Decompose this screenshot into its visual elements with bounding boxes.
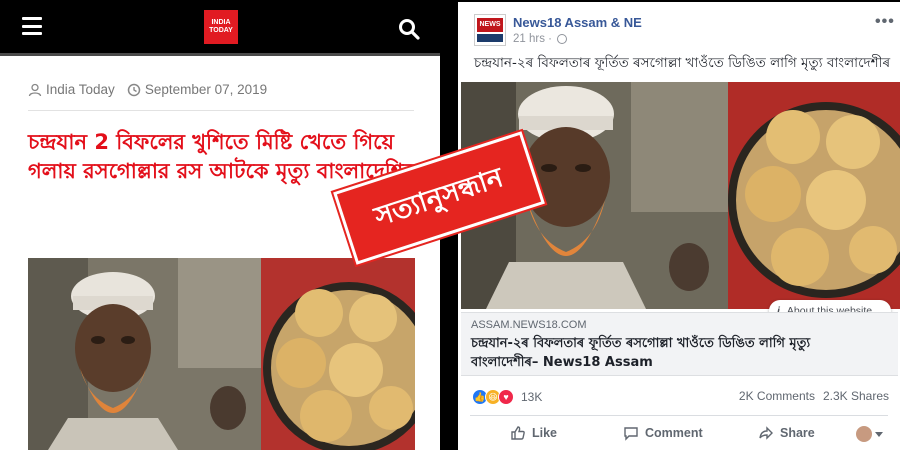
hamburger-menu-icon[interactable] <box>22 17 42 35</box>
facebook-post-panel: NEWS 18 News18 Assam & NE 21 hrs · ••• চ… <box>458 2 900 450</box>
like-button[interactable]: Like <box>510 425 557 441</box>
divider <box>28 110 414 111</box>
share-button[interactable]: Share <box>758 425 815 441</box>
share-icon <box>759 426 773 440</box>
comments-count[interactable]: 2K Comments <box>739 389 815 403</box>
more-options-icon[interactable]: ••• <box>875 13 895 31</box>
page-name-link[interactable]: News18 Assam & NE <box>513 15 642 30</box>
article-date: September 07, 2019 <box>144 82 268 97</box>
india-today-logo[interactable]: INDIA TODAY <box>204 10 238 44</box>
like-label: Like <box>532 426 558 440</box>
article-author[interactable]: India Today <box>46 82 115 97</box>
rasgulla-bowl-photo <box>261 258 415 450</box>
page-avatar[interactable]: NEWS 18 <box>474 14 506 46</box>
audience-selector[interactable] <box>856 425 884 443</box>
link-title[interactable]: চন্দ্ৰযান-২ৰ বিফলতাৰ ফূৰ্তিত ৰসগোল্লা খা… <box>471 334 871 372</box>
article-photo-man <box>28 258 261 450</box>
caret-down-icon <box>875 431 883 437</box>
link-preview-box[interactable]: ASSAM.NEWS18.COM চন্দ্ৰযান-২ৰ বিফলতাৰ ফূ… <box>461 312 898 376</box>
thumbs-up-icon <box>511 426 525 440</box>
reaction-count: 13K <box>521 390 543 404</box>
reactions-summary[interactable]: 👍 😆 ♥ 13K <box>472 389 542 405</box>
user-icon <box>28 83 42 97</box>
article-meta: India Today September 07, 2019 <box>28 82 267 97</box>
article-headline: চন্দ্রযান 2 বিফলের খুশিতে মিষ্টি খেতে গি… <box>28 130 415 183</box>
post-caption: চন্দ্ৰযান-২ৰ বিফলতাৰ ফূৰ্তিত ৰসগোল্লা খা… <box>474 55 891 71</box>
comment-button[interactable]: Comment <box>623 425 703 441</box>
link-domain: ASSAM.NEWS18.COM <box>471 319 587 331</box>
post-actions: Like Comment Share <box>458 422 900 448</box>
clock-icon <box>127 83 141 97</box>
timestamp-text: 21 hrs · <box>513 33 552 45</box>
post-timestamp[interactable]: 21 hrs · <box>513 33 567 45</box>
share-label: Share <box>780 426 815 440</box>
comment-icon <box>624 427 638 441</box>
public-globe-icon <box>557 34 567 44</box>
link-preview-rasgulla-photo[interactable] <box>728 82 900 309</box>
divider <box>470 415 888 416</box>
search-icon[interactable] <box>397 17 421 41</box>
avatar-logo-text: NEWS 18 <box>477 18 503 42</box>
shares-count[interactable]: 2.3K Shares <box>823 389 889 403</box>
user-avatar-icon <box>856 426 872 442</box>
comment-label: Comment <box>645 426 703 440</box>
engagement-counts: 2K Comments 2.3K Shares <box>739 389 889 403</box>
love-reaction-icon: ♥ <box>498 389 514 405</box>
site-header: INDIA TODAY <box>0 0 440 56</box>
